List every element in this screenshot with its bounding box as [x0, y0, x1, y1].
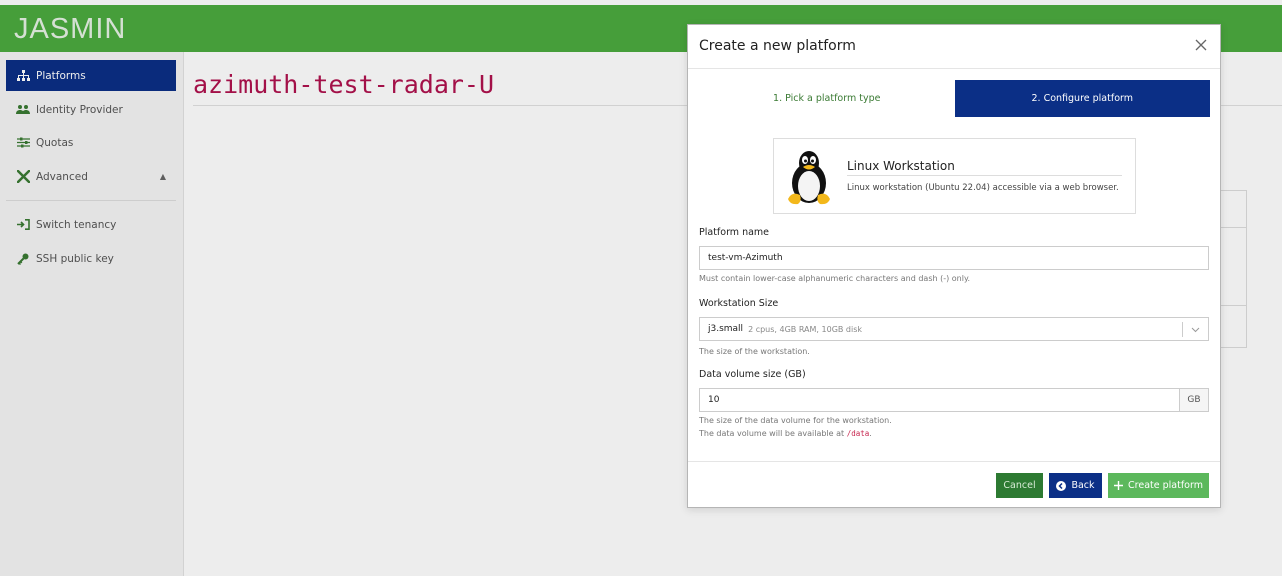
- data-volume-unit: GB: [1179, 388, 1209, 412]
- plus-icon: [1114, 481, 1124, 490]
- modal-footer: Cancel Back Create platform: [688, 461, 1220, 507]
- data-volume-help-text: The data volume will be available at: [699, 429, 847, 438]
- data-volume-label: Data volume size (GB): [699, 369, 806, 380]
- create-platform-label: Create platform: [1128, 480, 1203, 491]
- back-button[interactable]: Back: [1049, 473, 1102, 498]
- platform-name-help: Must contain lower-case alphanumeric cha…: [699, 274, 971, 283]
- step-configure-platform[interactable]: 2. Configure platform: [954, 80, 1210, 117]
- modal-title: Create a new platform: [699, 38, 856, 54]
- chevron-down-icon[interactable]: [1182, 322, 1208, 337]
- wizard-steps: 1. Pick a platform type 2. Configure pla…: [699, 80, 1210, 117]
- modal-header: Create a new platform: [688, 25, 1220, 69]
- data-volume-help: The size of the data volume for the work…: [699, 414, 892, 440]
- platform-type-name: Linux Workstation: [847, 159, 1122, 176]
- platform-type-description: Linux workstation (Ubuntu 22.04) accessi…: [847, 183, 1119, 193]
- create-platform-button[interactable]: Create platform: [1108, 473, 1209, 498]
- back-button-label: Back: [1071, 480, 1095, 491]
- data-volume-value: 10: [708, 395, 720, 405]
- step-pick-platform-type[interactable]: 1. Pick a platform type: [699, 80, 955, 117]
- platform-name-value: test-vm-Azimuth: [708, 253, 783, 263]
- workstation-size-help: The size of the workstation.: [699, 347, 810, 356]
- data-volume-help-line-2: The data volume will be available at /da…: [699, 427, 892, 440]
- data-volume-help-suffix: .: [869, 429, 872, 438]
- workstation-size-value: j3.small: [708, 324, 744, 334]
- workstation-size-detail: 2 cpus, 4GB RAM, 10GB disk: [748, 324, 863, 334]
- data-volume-path: /data: [846, 429, 870, 438]
- platform-name-input[interactable]: test-vm-Azimuth: [699, 246, 1209, 270]
- data-volume-help-line-1: The size of the data volume for the work…: [699, 416, 892, 425]
- cancel-button[interactable]: Cancel: [996, 473, 1043, 498]
- close-icon[interactable]: [1192, 36, 1210, 54]
- workstation-size-label: Workstation Size: [699, 298, 779, 309]
- data-volume-input[interactable]: 10: [699, 388, 1180, 412]
- platform-type-card: Linux Workstation Linux workstation (Ubu…: [773, 138, 1136, 214]
- platform-name-label: Platform name: [699, 227, 770, 238]
- arrow-circle-left-icon: [1056, 480, 1067, 491]
- create-platform-modal: Create a new platform 1. Pick a platform…: [687, 24, 1221, 508]
- tux-penguin-icon: [784, 149, 834, 205]
- workstation-size-select[interactable]: j3.small 2 cpus, 4GB RAM, 10GB disk: [699, 317, 1209, 341]
